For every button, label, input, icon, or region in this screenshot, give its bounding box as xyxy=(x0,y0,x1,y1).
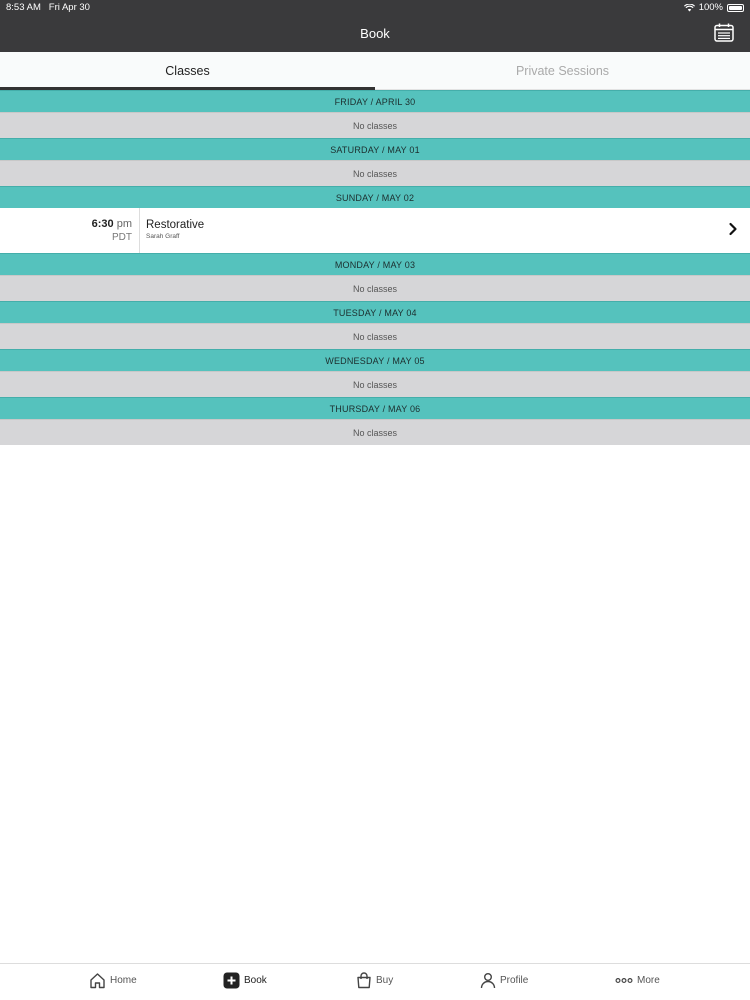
tabbar-buy[interactable]: Buy xyxy=(356,972,393,989)
tab-private-sessions[interactable]: Private Sessions xyxy=(375,52,750,89)
status-bar-right: 100% xyxy=(683,2,744,13)
class-instructor: Sarah Graff xyxy=(146,233,180,240)
class-schedule-list: FRIDAY / APRIL 30 No classes SATURDAY / … xyxy=(0,90,750,445)
class-row-restorative[interactable]: 6:30 pm PDT Restorative Sarah Graff xyxy=(0,208,750,253)
person-icon xyxy=(480,973,496,989)
day-header-thursday: THURSDAY / MAY 06 xyxy=(0,397,750,419)
no-classes-row: No classes xyxy=(0,112,750,138)
plus-square-icon xyxy=(223,972,240,989)
tabbar-home-label: Home xyxy=(110,975,137,986)
tabbar-more[interactable]: More xyxy=(615,972,660,989)
class-info: Restorative Sarah Graff xyxy=(140,208,204,253)
tabbar-home[interactable]: Home xyxy=(89,972,137,989)
home-icon xyxy=(90,973,105,989)
day-header-tuesday: TUESDAY / MAY 04 xyxy=(0,301,750,323)
status-time: 8:53 AM xyxy=(6,2,41,13)
day-header-sunday: SUNDAY / MAY 02 xyxy=(0,186,750,208)
chevron-right-icon[interactable] xyxy=(728,222,738,236)
bottom-tab-bar: Home Book Buy Profile More xyxy=(0,963,750,1000)
battery-percent: 100% xyxy=(698,2,723,13)
tabbar-profile-label: Profile xyxy=(500,975,529,986)
wifi-icon xyxy=(683,3,695,11)
more-dots-icon xyxy=(615,977,633,983)
no-classes-row: No classes xyxy=(0,323,750,349)
day-header-friday: FRIDAY / APRIL 30 xyxy=(0,90,750,112)
class-start-time: 6:30 xyxy=(91,218,114,230)
class-timezone: PDT xyxy=(112,232,132,243)
day-header-saturday: SATURDAY / MAY 01 xyxy=(0,138,750,160)
tabbar-book-label: Book xyxy=(244,975,267,986)
no-classes-row: No classes xyxy=(0,160,750,186)
no-classes-row: No classes xyxy=(0,419,750,445)
class-ampm: pm xyxy=(116,218,132,230)
no-classes-row: No classes xyxy=(0,371,750,397)
tabbar-book[interactable]: Book xyxy=(223,972,267,989)
day-header-wednesday: WEDNESDAY / MAY 05 xyxy=(0,349,750,371)
tabbar-profile[interactable]: Profile xyxy=(480,972,528,989)
page-title: Book xyxy=(360,26,390,41)
no-classes-row: No classes xyxy=(0,275,750,301)
shopping-bag-icon xyxy=(357,972,371,989)
battery-icon xyxy=(727,3,744,12)
tabbar-buy-label: Buy xyxy=(376,975,394,986)
tab-classes[interactable]: Classes xyxy=(0,52,375,90)
tabbar-more-label: More xyxy=(637,975,660,986)
status-bar-time: 8:53 AM Fri Apr 30 xyxy=(6,2,90,13)
nav-bar: 8:53 AM Fri Apr 30 100% Book xyxy=(0,0,750,52)
status-date: Fri Apr 30 xyxy=(48,2,90,13)
class-time: 6:30 pm xyxy=(0,218,132,230)
segment-tabs: Classes Private Sessions xyxy=(0,52,750,90)
class-name: Restorative xyxy=(146,219,205,231)
day-header-monday: MONDAY / MAY 03 xyxy=(0,253,750,275)
class-time-cell: 6:30 pm PDT xyxy=(0,208,140,253)
calendar-icon[interactable] xyxy=(714,23,734,42)
